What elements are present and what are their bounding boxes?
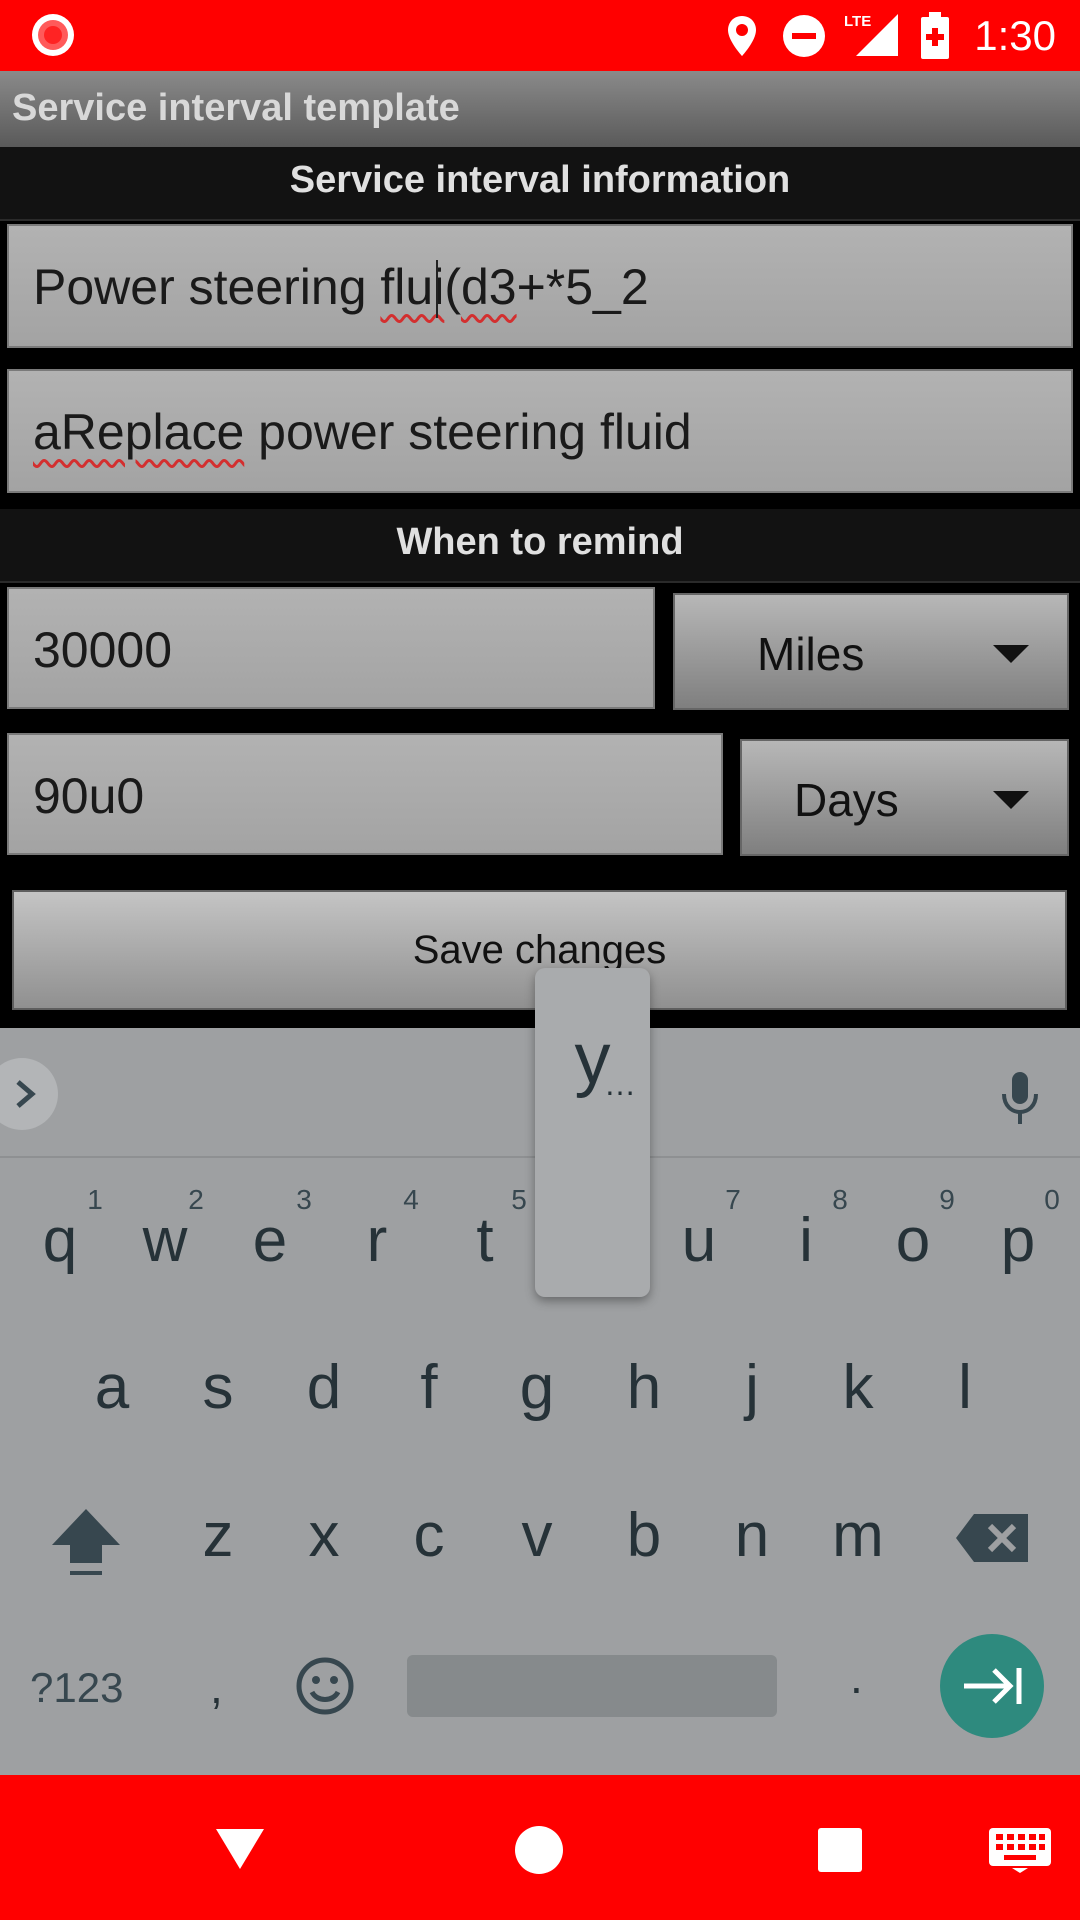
key-x[interactable]: x [284, 1500, 364, 1571]
key-d[interactable]: d [284, 1352, 364, 1423]
key-l[interactable]: l [925, 1352, 1005, 1423]
keyboard-switch-icon[interactable] [988, 1827, 1052, 1873]
recents-icon[interactable] [817, 1827, 863, 1873]
key-t[interactable]: t [445, 1205, 525, 1276]
time-unit-value: Days [794, 774, 899, 826]
key-g[interactable]: g [497, 1352, 577, 1423]
microphone-icon[interactable] [998, 1070, 1042, 1126]
space-bar[interactable] [407, 1655, 777, 1717]
key-preview-popup: y … [535, 968, 650, 1297]
expand-toolbar-button[interactable] [0, 1058, 58, 1130]
key-z[interactable]: z [178, 1500, 258, 1571]
key-s[interactable]: s [178, 1352, 258, 1423]
key-j[interactable]: j [712, 1352, 792, 1423]
do-not-disturb-icon [783, 15, 825, 57]
section-title-info: Service interval information [289, 159, 791, 201]
screen-record-icon [32, 14, 74, 56]
section-header-info: Service interval information [0, 147, 1080, 221]
interval-name-field[interactable]: Power steering flui(d3+*5_2 [7, 224, 1073, 348]
status-clock: 1:30 [974, 12, 1056, 59]
time-field[interactable]: 90u0 [7, 733, 723, 855]
key-i[interactable]: i [766, 1205, 846, 1276]
period-key[interactable]: . [850, 1650, 863, 1704]
key-h[interactable]: h [604, 1352, 684, 1423]
key-f[interactable]: f [389, 1352, 469, 1423]
home-icon[interactable] [514, 1825, 564, 1875]
key-n[interactable]: n [712, 1500, 792, 1571]
text-cursor [436, 260, 438, 318]
key-u[interactable]: u [659, 1205, 739, 1276]
status-bar: LTE 1:30 [0, 0, 1080, 71]
lte-signal-icon: LTE [844, 13, 898, 56]
chevron-down-icon [993, 645, 1029, 663]
key-b[interactable]: b [604, 1500, 684, 1571]
key-r[interactable]: r [337, 1205, 417, 1276]
back-icon[interactable] [214, 1827, 266, 1871]
key-e[interactable]: e [230, 1205, 310, 1276]
action-bar: Service interval template [0, 71, 1080, 147]
location-icon [728, 16, 756, 56]
chevron-down-icon [993, 791, 1029, 809]
distance-unit-value: Miles [757, 628, 865, 680]
tab-next-icon [964, 1668, 1022, 1704]
key-m[interactable]: m [818, 1500, 898, 1571]
comma-key[interactable]: , [210, 1660, 223, 1714]
distance-unit-dropdown[interactable]: Miles [673, 593, 1069, 710]
key-o[interactable]: o [873, 1205, 953, 1276]
chevron-right-icon [16, 1080, 36, 1108]
emoji-icon[interactable] [295, 1656, 355, 1716]
key-p[interactable]: p [978, 1205, 1058, 1276]
key-a[interactable]: a [72, 1352, 152, 1423]
key-v[interactable]: v [497, 1500, 577, 1571]
save-changes-label: Save changes [412, 928, 667, 972]
network-type-label: LTE [844, 13, 871, 30]
page-title: Service interval template [12, 87, 460, 129]
distance-field[interactable]: 30000 [7, 587, 655, 709]
time-unit-dropdown[interactable]: Days [740, 739, 1069, 856]
key-q[interactable]: q [20, 1205, 100, 1276]
key-c[interactable]: c [389, 1500, 469, 1571]
distance-value: 30000 [33, 622, 173, 678]
section-header-remind: When to remind [0, 509, 1080, 583]
key-w[interactable]: w [125, 1205, 205, 1276]
next-field-button[interactable] [940, 1634, 1044, 1738]
section-title-remind: When to remind [396, 521, 684, 563]
battery-charging-icon [921, 12, 949, 59]
time-value: 90u0 [33, 768, 145, 824]
backspace-icon[interactable] [954, 1512, 1030, 1564]
key-k[interactable]: k [818, 1352, 898, 1423]
more-options-indicator: … [604, 1066, 636, 1102]
navigation-bar [0, 1775, 1080, 1920]
shift-icon[interactable] [48, 1505, 124, 1581]
interval-description-field[interactable]: aReplace power steering fluid [7, 369, 1073, 493]
symbols-key[interactable]: ?123 [30, 1664, 123, 1712]
interval-description-value: aReplace power steering fluid [33, 404, 692, 460]
interval-name-value: Power steering flui(d3+*5_2 [33, 259, 649, 315]
